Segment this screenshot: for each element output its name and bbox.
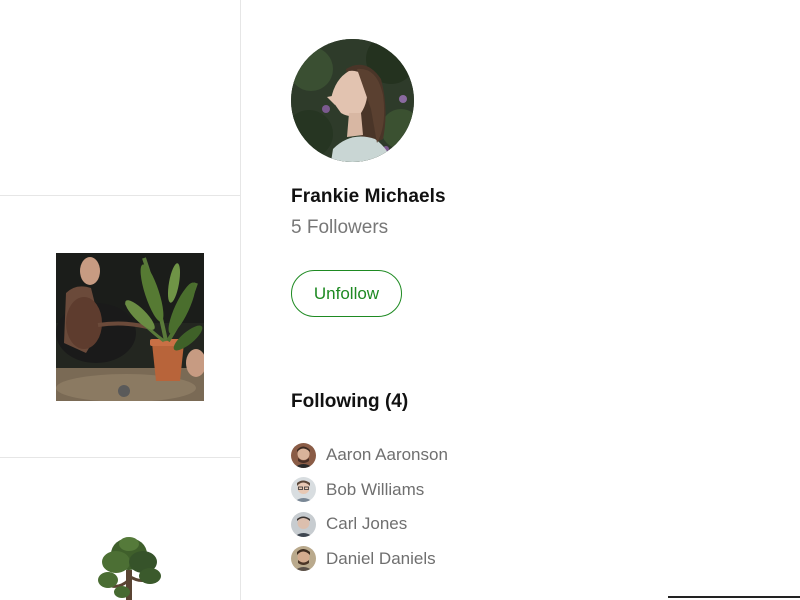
feed-cell-empty bbox=[0, 0, 240, 196]
avatar bbox=[291, 442, 316, 468]
feed-cell-plant[interactable] bbox=[0, 196, 240, 458]
following-heading: Following (4) bbox=[291, 391, 408, 413]
followers-count[interactable]: 5 Followers bbox=[291, 217, 388, 239]
following-item[interactable]: Carl Jones bbox=[291, 507, 448, 542]
profile-name: Frankie Michaels bbox=[291, 186, 446, 207]
following-name[interactable]: Bob Williams bbox=[326, 480, 424, 500]
plant-watering-photo[interactable] bbox=[56, 253, 204, 401]
unfollow-button[interactable]: Unfollow bbox=[291, 270, 402, 317]
profile-photo bbox=[291, 39, 414, 162]
following-item[interactable]: Aaron Aaronson bbox=[291, 438, 448, 473]
following-name[interactable]: Aaron Aaronson bbox=[326, 445, 448, 465]
bonsai-tree-image bbox=[98, 537, 161, 600]
daniel-avatar-image bbox=[291, 546, 316, 572]
bottom-divider bbox=[668, 596, 800, 598]
avatar bbox=[291, 546, 316, 572]
aaron-avatar-image bbox=[291, 442, 316, 468]
profile-avatar bbox=[291, 39, 414, 162]
following-count: (4) bbox=[384, 391, 409, 412]
avatar bbox=[291, 477, 316, 503]
carl-avatar-image bbox=[291, 511, 316, 537]
following-name[interactable]: Carl Jones bbox=[326, 514, 407, 534]
following-title: Following bbox=[291, 391, 380, 412]
bonsai-tree-photo[interactable] bbox=[96, 536, 162, 600]
following-list: Aaron Aaronson Bob Williams Carl Jones D… bbox=[291, 438, 448, 576]
feed-cell-tree[interactable] bbox=[0, 458, 240, 600]
avatar bbox=[291, 511, 316, 537]
feed-column bbox=[0, 0, 241, 600]
plant-watering-image bbox=[56, 253, 204, 401]
following-name[interactable]: Daniel Daniels bbox=[326, 549, 436, 569]
following-item[interactable]: Daniel Daniels bbox=[291, 542, 448, 577]
following-item[interactable]: Bob Williams bbox=[291, 473, 448, 508]
bob-avatar-image bbox=[291, 477, 316, 503]
